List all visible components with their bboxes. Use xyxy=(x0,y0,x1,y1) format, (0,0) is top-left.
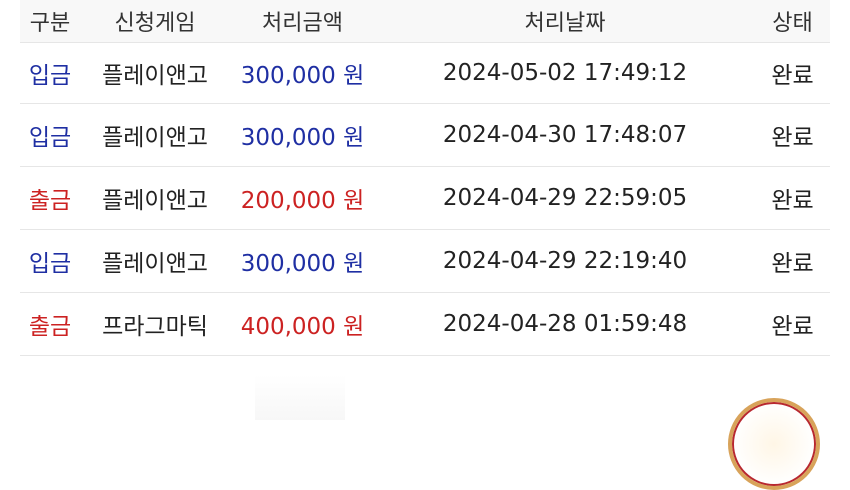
row-game: 플레이앤고 xyxy=(80,103,230,167)
row-status: 완료 xyxy=(755,292,830,356)
row-type: 입금 xyxy=(20,229,80,293)
row-date: 2024-04-29 22:59:05 xyxy=(375,166,755,230)
row-amount: 300,000 원 xyxy=(230,229,375,293)
row-date: 2024-05-02 17:49:12 xyxy=(375,42,755,104)
row-amount: 300,000 원 xyxy=(230,103,375,167)
row-date: 2024-04-30 17:48:07 xyxy=(375,103,755,167)
header-date: 처리날짜 xyxy=(375,0,755,43)
transaction-table: 구분 신청게임 처리금액 처리날짜 상태 입금 플레이앤고 300,000 원 … xyxy=(20,0,830,356)
table-row: 출금 플레이앤고 200,000 원 2024-04-29 22:59:05 완… xyxy=(20,166,830,230)
row-amount: 200,000 원 xyxy=(230,166,375,230)
header-status: 상태 xyxy=(755,0,830,43)
row-amount: 300,000 원 xyxy=(230,42,375,104)
transaction-history-panel: 구분 신청게임 처리금액 처리날짜 상태 입금 플레이앤고 300,000 원 … xyxy=(0,0,850,490)
row-amount: 400,000 원 xyxy=(230,292,375,356)
row-date: 2024-04-28 01:59:48 xyxy=(375,292,755,356)
row-status: 완료 xyxy=(755,166,830,230)
row-type: 입금 xyxy=(20,42,80,104)
row-status: 완료 xyxy=(755,229,830,293)
row-type: 출금 xyxy=(20,292,80,356)
row-game: 플레이앤고 xyxy=(80,229,230,293)
header-type: 구분 xyxy=(20,0,80,43)
table-header-row: 구분 신청게임 처리금액 처리날짜 상태 xyxy=(20,0,830,43)
faded-panel-edge xyxy=(255,375,345,420)
row-game: 프라그마틱 xyxy=(80,292,230,356)
row-game: 플레이앤고 xyxy=(80,42,230,104)
table-row: 입금 플레이앤고 300,000 원 2024-04-29 22:19:40 완… xyxy=(20,229,830,293)
table-row: 입금 플레이앤고 300,000 원 2024-05-02 17:49:12 완… xyxy=(20,42,830,104)
row-status: 완료 xyxy=(755,103,830,167)
floating-badge-icon[interactable] xyxy=(728,398,820,490)
table-row: 입금 플레이앤고 300,000 원 2024-04-30 17:48:07 완… xyxy=(20,103,830,167)
table-row: 출금 프라그마틱 400,000 원 2024-04-28 01:59:48 완… xyxy=(20,292,830,356)
header-amount: 처리금액 xyxy=(230,0,375,43)
row-game: 플레이앤고 xyxy=(80,166,230,230)
row-status: 완료 xyxy=(755,42,830,104)
row-type: 입금 xyxy=(20,103,80,167)
header-game: 신청게임 xyxy=(80,0,230,43)
row-date: 2024-04-29 22:19:40 xyxy=(375,229,755,293)
row-type: 출금 xyxy=(20,166,80,230)
